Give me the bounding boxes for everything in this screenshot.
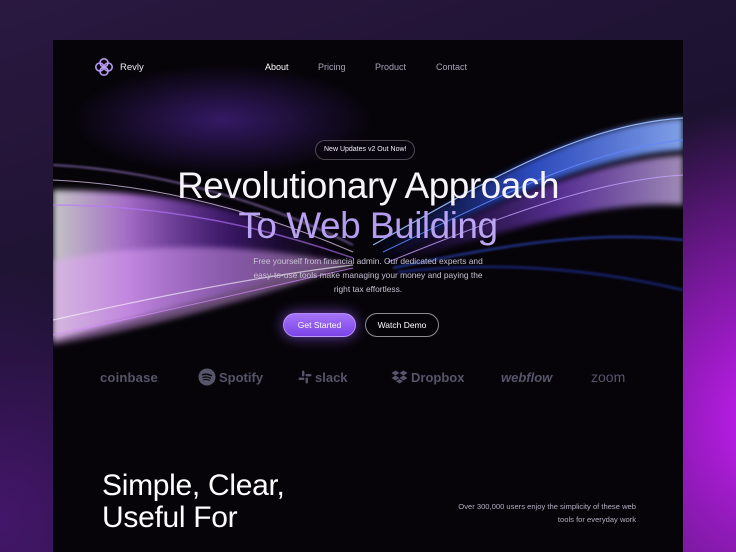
partner-logos: coinbase Spotify slack Dropbox webflow z… [53,365,683,389]
brand-name: Revly [120,61,144,73]
logo-zoom: zoom [591,365,625,389]
logo-coinbase: coinbase [100,365,158,389]
logo-slack-text: slack [315,369,348,385]
section-title: Simple, Clear, Useful For [102,470,285,534]
hero-title-line1: Revolutionary Approach [177,165,559,206]
logo-coinbase-text: coinbase [100,369,158,385]
logo-webflow: webflow [501,365,552,389]
slack-icon [298,370,312,384]
landing-page: Revly About Pricing Product Contact New … [53,40,683,552]
logo-spotify: Spotify [198,365,263,389]
get-started-button[interactable]: Get Started [283,313,356,337]
logo-slack: slack [298,365,348,389]
hero-subtitle: Free yourself from financial admin. Our … [253,256,483,294]
logo-webflow-text: webflow [501,369,553,385]
flower-logo-icon [95,58,113,76]
spotify-icon [198,368,216,386]
section-note: Over 300,000 users enjoy the simplicity … [458,502,636,524]
watch-demo-button[interactable]: Watch Demo [365,313,439,337]
nav-item-about[interactable]: About [265,62,318,72]
updates-badge[interactable]: New Updates v2 Out Now! [315,140,416,160]
nav-item-pricing[interactable]: Pricing [318,62,375,72]
top-nav: Revly About Pricing Product Contact [53,40,683,96]
section-title-line2: Useful For [102,501,238,534]
logo-spotify-text: Spotify [219,369,264,385]
section-title-line1: Simple, Clear, [102,469,285,502]
logo-zoom-text: zoom [591,369,626,385]
brand-logo[interactable]: Revly [94,57,144,77]
dropbox-icon [391,370,408,383]
logo-dropbox: Dropbox [391,365,464,389]
nav-item-contact[interactable]: Contact [436,62,467,72]
hero-title: Revolutionary Approach To Web Building [53,166,683,246]
logo-dropbox-text: Dropbox [411,369,465,385]
hero-title-line2: To Web Building [53,206,683,246]
nav-links: About Pricing Product Contact [265,62,467,72]
nav-item-product[interactable]: Product [375,62,436,72]
